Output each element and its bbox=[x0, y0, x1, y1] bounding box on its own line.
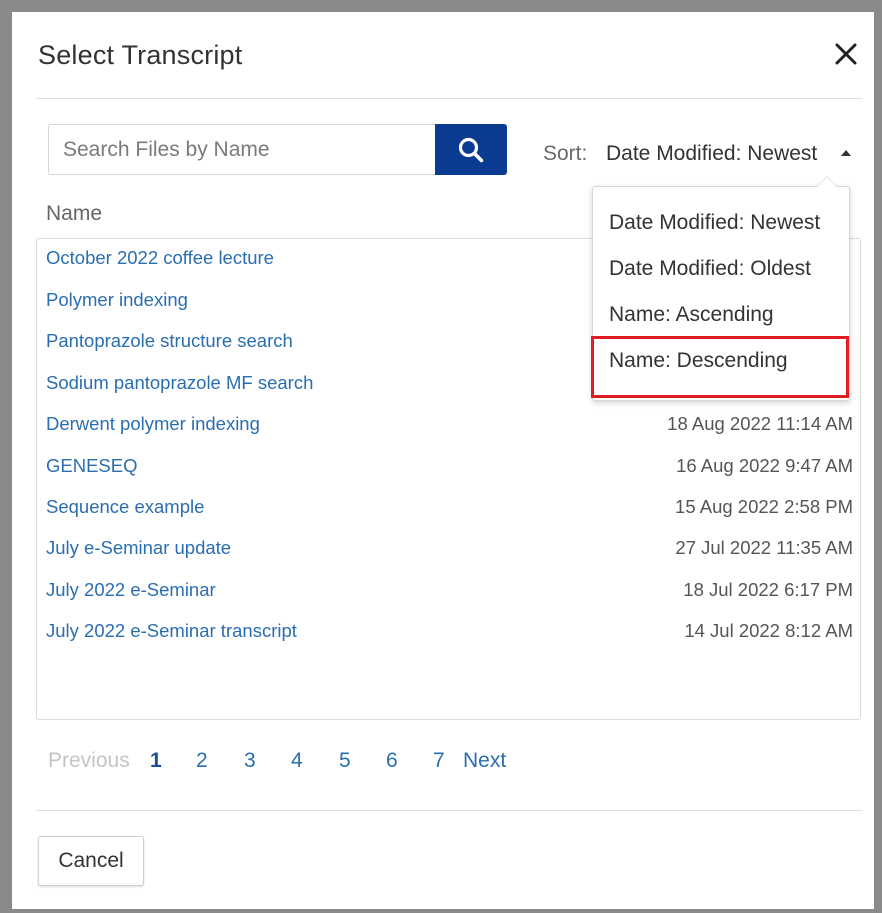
file-date: 18 Aug 2022 11:14 AM bbox=[667, 413, 853, 434]
page-link-5[interactable]: 5 bbox=[339, 749, 351, 773]
file-link[interactable]: October 2022 coffee lecture bbox=[46, 247, 274, 269]
file-date: 27 Jul 2022 11:35 AM bbox=[675, 537, 853, 558]
file-date: 18 Jul 2022 6:17 PM bbox=[683, 579, 853, 600]
sort-option-name-ascending[interactable]: Name: Ascending bbox=[609, 303, 774, 327]
pagination-next[interactable]: Next bbox=[463, 749, 506, 773]
close-icon bbox=[835, 43, 857, 65]
file-date: 15 Aug 2022 2:58 PM bbox=[675, 496, 853, 517]
cancel-button[interactable]: Cancel bbox=[38, 836, 144, 886]
select-transcript-dialog: Select Transcript Sort: Date Modified: N… bbox=[12, 12, 874, 909]
pagination-previous[interactable]: Previous bbox=[48, 749, 130, 773]
sort-option-date-newest[interactable]: Date Modified: Newest bbox=[609, 211, 820, 235]
file-date: 14 Jul 2022 8:12 AM bbox=[684, 620, 853, 641]
search-icon bbox=[458, 137, 484, 162]
page-link-2[interactable]: 2 bbox=[196, 749, 208, 773]
sort-dropdown-menu: Date Modified: Newest Date Modified: Old… bbox=[592, 176, 850, 401]
footer-divider bbox=[36, 810, 862, 811]
file-link[interactable]: July 2022 e-Seminar bbox=[46, 579, 216, 601]
table-row: July 2022 e-Seminar 18 Jul 2022 6:17 PM bbox=[37, 571, 860, 611]
search-input[interactable] bbox=[48, 124, 435, 175]
dropdown-pointer bbox=[816, 176, 838, 187]
sort-label: Sort: bbox=[543, 142, 588, 165]
table-row: July e-Seminar update 27 Jul 2022 11:35 … bbox=[37, 529, 860, 569]
dialog-title: Select Transcript bbox=[38, 40, 243, 70]
column-header-name[interactable]: Name bbox=[46, 202, 102, 226]
file-link[interactable]: Pantoprazole structure search bbox=[46, 330, 293, 352]
file-link[interactable]: July e-Seminar update bbox=[46, 537, 231, 559]
page-link-6[interactable]: 6 bbox=[386, 749, 398, 773]
sort-dropdown-toggle[interactable]: Date Modified: Newest bbox=[606, 142, 817, 166]
sort-option-date-oldest[interactable]: Date Modified: Oldest bbox=[609, 257, 811, 281]
search-bar bbox=[48, 124, 507, 175]
table-row: Sequence example 15 Aug 2022 2:58 PM bbox=[37, 488, 860, 528]
table-row: GENESEQ 16 Aug 2022 9:47 AM bbox=[37, 447, 860, 487]
page-link-4[interactable]: 4 bbox=[291, 749, 303, 773]
file-link[interactable]: Derwent polymer indexing bbox=[46, 413, 260, 435]
page-link-1[interactable]: 1 bbox=[150, 749, 162, 773]
caret-up-icon[interactable] bbox=[841, 149, 851, 157]
file-link[interactable]: July 2022 e-Seminar transcript bbox=[46, 620, 297, 642]
header-divider bbox=[36, 98, 862, 99]
page-link-3[interactable]: 3 bbox=[244, 749, 256, 773]
file-link[interactable]: Polymer indexing bbox=[46, 289, 188, 311]
search-button[interactable] bbox=[435, 124, 507, 175]
table-row: Derwent polymer indexing 18 Aug 2022 11:… bbox=[37, 405, 860, 445]
sort-option-name-descending[interactable]: Name: Descending bbox=[609, 349, 788, 373]
file-link[interactable]: Sodium pantoprazole MF search bbox=[46, 372, 313, 394]
close-button[interactable] bbox=[828, 36, 864, 72]
file-date: 16 Aug 2022 9:47 AM bbox=[676, 455, 853, 476]
table-row: July 2022 e-Seminar transcript 14 Jul 20… bbox=[37, 612, 860, 652]
file-link[interactable]: GENESEQ bbox=[46, 455, 138, 477]
file-link[interactable]: Sequence example bbox=[46, 496, 204, 518]
page-link-7[interactable]: 7 bbox=[433, 749, 445, 773]
